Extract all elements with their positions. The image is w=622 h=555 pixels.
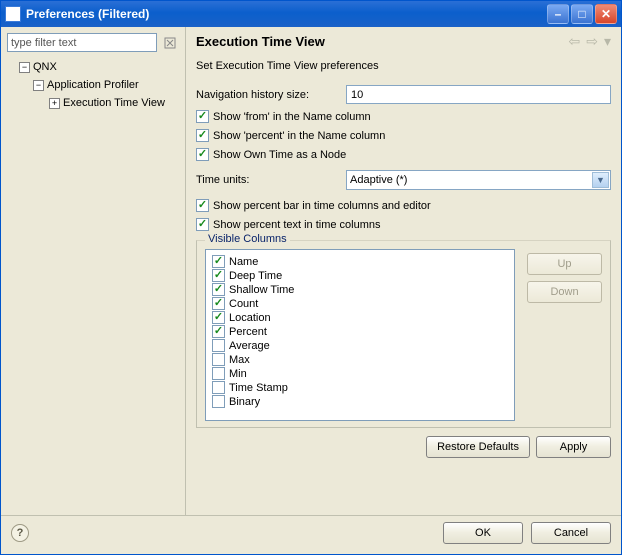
column-label: Average (229, 340, 270, 352)
ok-button[interactable]: OK (443, 522, 523, 544)
show-own-time-checkbox[interactable]: ✓ (196, 148, 209, 161)
time-units-label: Time units: (196, 174, 346, 186)
move-down-button[interactable]: Down (527, 281, 602, 303)
column-row: ✓ Name (212, 255, 508, 268)
show-percent-bar-checkbox[interactable]: ✓ (196, 199, 209, 212)
column-label: Percent (229, 326, 267, 338)
clear-filter-icon[interactable] (161, 34, 179, 52)
column-checkbox[interactable]: ✓ (212, 283, 225, 296)
preference-tree[interactable]: − QNX − Application Profiler + Execution… (7, 58, 179, 112)
column-label: Min (229, 368, 247, 380)
tree-collapse-icon[interactable]: − (19, 62, 30, 73)
apply-button[interactable]: Apply (536, 436, 611, 458)
tree-collapse-icon[interactable]: − (33, 80, 44, 91)
page-title: Execution Time View (196, 34, 569, 49)
tree-item-qnx[interactable]: QNX (33, 61, 57, 73)
column-label: Deep Time (229, 270, 282, 282)
move-up-button[interactable]: Up (527, 253, 602, 275)
column-checkbox[interactable]: ✓ (212, 297, 225, 310)
column-label: Time Stamp (229, 382, 288, 394)
nav-forward-icon[interactable]: ⇨ (586, 33, 598, 50)
column-row: ✓ Max (212, 353, 508, 366)
show-percent-name-checkbox[interactable]: ✓ (196, 129, 209, 142)
show-percent-text-label: Show percent text in time columns (213, 219, 381, 231)
column-label: Binary (229, 396, 260, 408)
titlebar: Preferences (Filtered) – □ ✕ (1, 1, 621, 27)
preference-page: Execution Time View ⇦ ⇨ ▾ Set Execution … (186, 27, 621, 515)
show-percent-bar-label: Show percent bar in time columns and edi… (213, 200, 431, 212)
nav-back-icon[interactable]: ⇦ (569, 33, 581, 50)
minimize-button[interactable]: – (547, 4, 569, 24)
column-label: Name (229, 256, 258, 268)
chevron-down-icon: ▼ (592, 172, 609, 188)
column-label: Shallow Time (229, 284, 294, 296)
column-row: ✓ Time Stamp (212, 381, 508, 394)
column-checkbox[interactable]: ✓ (212, 353, 225, 366)
window-title: Preferences (Filtered) (26, 7, 547, 21)
show-from-label: Show 'from' in the Name column (213, 111, 371, 123)
time-units-value: Adaptive (*) (350, 174, 407, 186)
visible-columns-group: Visible Columns ✓Name✓Deep Time✓Shallow … (196, 240, 611, 428)
column-row: ✓ Percent (212, 325, 508, 338)
column-checkbox[interactable]: ✓ (212, 325, 225, 338)
visible-columns-list[interactable]: ✓ Name ✓ Deep Time ✓ Shallow Time ✓ Count ✓ Locat… (205, 249, 515, 421)
nav-history-input[interactable] (346, 85, 611, 104)
time-units-select[interactable]: Adaptive (*) ▼ (346, 170, 611, 190)
nav-menu-icon[interactable]: ▾ (604, 33, 611, 50)
column-checkbox[interactable]: ✓ (212, 381, 225, 394)
visible-columns-legend: Visible Columns (205, 233, 290, 245)
column-row: ✓ Binary (212, 395, 508, 408)
column-checkbox[interactable]: ✓ (212, 395, 225, 408)
column-label: Count (229, 298, 258, 310)
tree-item-app-profiler[interactable]: Application Profiler (47, 79, 139, 91)
column-row: ✓ Shallow Time (212, 283, 508, 296)
help-icon[interactable]: ? (11, 524, 29, 542)
column-row: ✓ Min (212, 367, 508, 380)
column-checkbox[interactable]: ✓ (212, 255, 225, 268)
nav-history-label: Navigation history size: (196, 89, 346, 101)
column-label: Location (229, 312, 271, 324)
show-percent-text-checkbox[interactable]: ✓ (196, 218, 209, 231)
show-from-checkbox[interactable]: ✓ (196, 110, 209, 123)
column-row: ✓ Average (212, 339, 508, 352)
app-icon (5, 6, 21, 22)
tree-item-exec-time-view[interactable]: Execution Time View (63, 97, 165, 109)
cancel-button[interactable]: Cancel (531, 522, 611, 544)
column-label: Max (229, 354, 250, 366)
tree-pane: − QNX − Application Profiler + Execution… (1, 27, 186, 515)
restore-defaults-button[interactable]: Restore Defaults (426, 436, 530, 458)
show-percent-name-label: Show 'percent' in the Name column (213, 130, 385, 142)
maximize-button[interactable]: □ (571, 4, 593, 24)
column-row: ✓ Deep Time (212, 269, 508, 282)
tree-expand-icon[interactable]: + (49, 98, 60, 109)
close-button[interactable]: ✕ (595, 4, 617, 24)
column-checkbox[interactable]: ✓ (212, 311, 225, 324)
column-checkbox[interactable]: ✓ (212, 269, 225, 282)
column-row: ✓ Count (212, 297, 508, 310)
filter-input[interactable] (7, 33, 157, 52)
page-description: Set Execution Time View preferences (196, 60, 611, 72)
column-checkbox[interactable]: ✓ (212, 339, 225, 352)
column-row: ✓ Location (212, 311, 508, 324)
show-own-time-label: Show Own Time as a Node (213, 149, 346, 161)
column-checkbox[interactable]: ✓ (212, 367, 225, 380)
